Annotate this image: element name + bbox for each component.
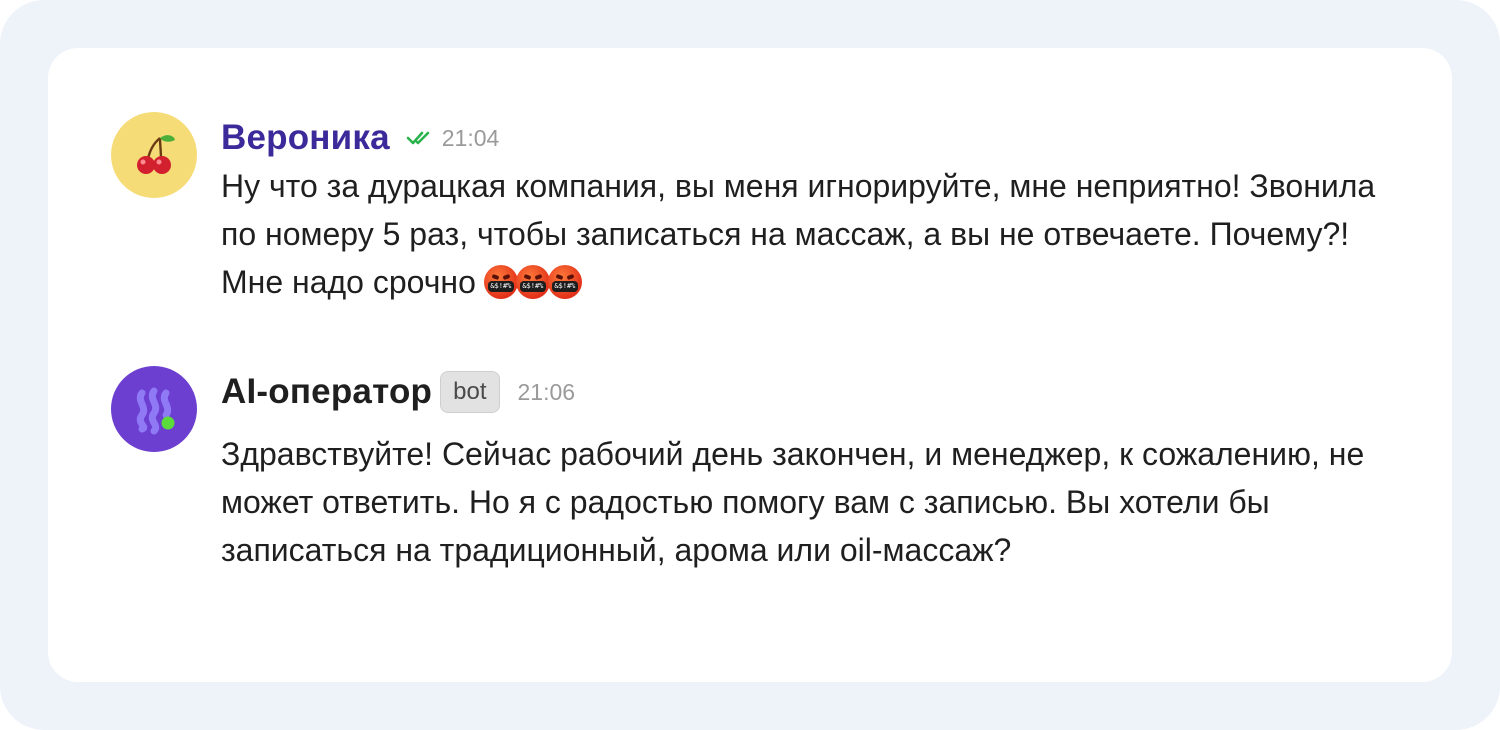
emoji-mouth: &$!#% xyxy=(551,281,578,292)
cursing-face-emoji-icon: &$!#% xyxy=(547,265,582,299)
message-time: 21:04 xyxy=(441,124,500,151)
chat-card: Вероника 21:04 Ну что за дурацкая компан… xyxy=(48,48,1452,682)
bot-avatar[interactable] xyxy=(111,366,197,452)
sender-name[interactable]: AI-оператор xyxy=(221,372,432,412)
user-avatar[interactable] xyxy=(111,112,197,198)
sender-name[interactable]: Вероника xyxy=(221,118,390,158)
bot-badge: bot xyxy=(440,371,500,413)
cursing-face-emoji-icon: &$!#% xyxy=(515,265,550,299)
message-text: Здравствуйте! Сейчас рабочий день законч… xyxy=(221,436,1365,568)
page-background: Вероника 21:04 Ну что за дурацкая компан… xyxy=(0,0,1500,730)
message-text: Ну что за дурацкая компания, вы меня игн… xyxy=(221,162,1401,306)
cherry-icon xyxy=(137,135,175,174)
double-check-icon xyxy=(406,129,434,147)
message-header: AI-оператор bot 21:06 xyxy=(221,366,575,418)
message-header: Вероника 21:04 xyxy=(221,112,499,164)
emoji-mouth: &$!#% xyxy=(519,281,546,292)
message-body: Ну что за дурацкая компания, вы меня игн… xyxy=(221,168,1376,300)
cursing-face-emoji-icon: &$!#% xyxy=(483,265,518,299)
ai-bot-logo-icon xyxy=(136,387,175,435)
angry-emoji-group: &$!#% &$!#% &$!#% xyxy=(483,265,582,299)
emoji-mouth: &$!#% xyxy=(487,281,514,292)
message-time: 21:06 xyxy=(517,378,576,405)
